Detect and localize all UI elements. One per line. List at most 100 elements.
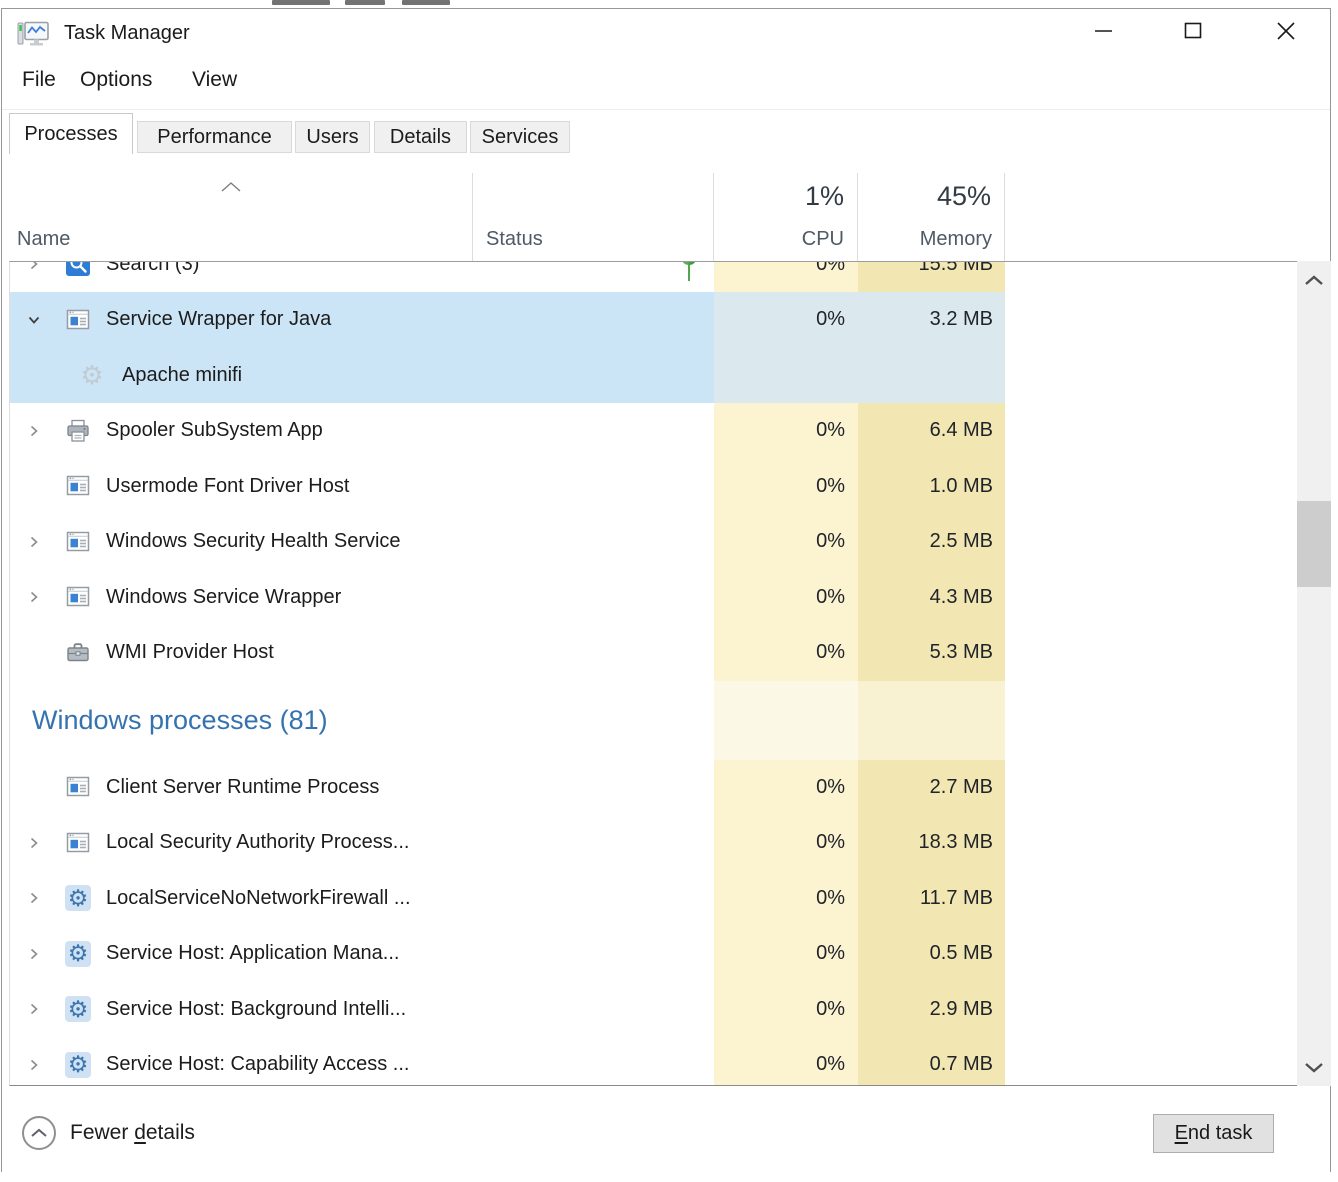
task-manager-window: Task Manager File Options View Processes… [1,8,1331,1172]
process-memory-cell: 15.5 MB [858,262,1005,292]
process-name: Service Wrapper for Java [106,308,331,331]
process-row[interactable]: ⚙ Service Host: Capability Access ... 0%… [10,1037,1298,1086]
process-row[interactable]: Search (3) 0% 15.5 MB [10,262,1298,292]
app-window-icon [64,306,92,334]
chevron-right-icon[interactable] [22,419,46,443]
suspended-leaf-icon [678,262,700,288]
process-row[interactable]: ⚙ Service Host: Background Intelli... 0%… [10,982,1298,1038]
tab-users[interactable]: Users [295,121,370,153]
tab-performance[interactable]: Performance [137,121,292,153]
gear-faded-icon: ⚙ [78,361,106,389]
tab-strip: Processes Performance Users Details Serv… [2,109,1330,154]
process-memory-value: 18.3 MB [919,831,993,854]
row-filler [1005,625,1298,681]
process-row[interactable]: ⚙ LocalServiceNoNetworkFirewall ... 0% 1… [10,871,1298,927]
column-header-name[interactable]: Name [17,228,70,251]
chevron-right-icon[interactable] [22,886,46,910]
process-row[interactable]: ⚙ Service Host: Application Mana... 0% 0… [10,926,1298,982]
row-filler [1005,403,1298,459]
process-memory-cell: 2.9 MB [858,982,1005,1038]
process-cpu-cell: 0% [714,926,858,982]
menu-view[interactable]: View [192,68,237,92]
scroll-up-arrow-icon[interactable] [1297,265,1331,295]
end-task-label: nd task [1188,1122,1252,1145]
title-bar[interactable]: Task Manager [2,9,1330,57]
scroll-down-arrow-icon[interactable] [1297,1052,1331,1082]
process-memory-value: 0.7 MB [930,1053,993,1076]
maximize-button[interactable] [1170,9,1216,51]
process-cpu-value: 0% [816,887,845,910]
chevron-right-icon[interactable] [22,585,46,609]
chevron-right-icon[interactable] [22,1053,46,1077]
process-row[interactable]: Service Wrapper for Java 0% 3.2 MB [10,292,1298,348]
process-status-cell [473,815,714,871]
process-memory-value: 4.3 MB [930,586,993,609]
row-filler [1005,1037,1298,1086]
process-status-cell [473,514,714,570]
fewer-details-label: Fewer details [70,1121,195,1145]
process-memory-cell: 11.7 MB [858,871,1005,927]
process-name-cell: ⚙ Service Host: Application Mana... [10,926,473,982]
process-memory-cell: 6.4 MB [858,403,1005,459]
menu-file[interactable]: File [22,68,56,92]
process-status-cell [473,292,714,348]
process-cpu-value: 0% [816,308,845,331]
end-task-button[interactable]: End task [1153,1114,1274,1153]
fewer-details-button[interactable]: Fewer details [22,1116,195,1150]
process-row[interactable]: Windows Security Health Service 0% 2.5 M… [10,514,1298,570]
process-name-cell: Windows Security Health Service [10,514,473,570]
row-filler [1005,570,1298,626]
close-button[interactable] [1263,9,1309,51]
scrollbar-thumb[interactable] [1297,501,1331,587]
row-filler [1005,292,1298,348]
process-row[interactable]: ⚙ Apache minifi [10,348,1298,404]
process-cpu-cell: 0% [714,514,858,570]
chevron-right-icon[interactable] [22,831,46,855]
chevron-right-icon[interactable] [22,262,46,276]
process-name-cell: Local Security Authority Process... [10,815,473,871]
process-status-cell [473,982,714,1038]
section-header-row[interactable]: Windows processes (81) [10,681,1298,760]
tab-processes[interactable]: Processes [9,113,133,154]
process-list: Search (3) 0% 15.5 MB Service Wrapper fo… [9,261,1298,1086]
process-row[interactable]: Windows Service Wrapper 0% 4.3 MB [10,570,1298,626]
menu-bar: File Options View [2,61,1330,101]
chevron-down-icon[interactable] [22,308,46,332]
process-memory-value: 5.3 MB [930,641,993,664]
tab-details[interactable]: Details [374,121,467,153]
process-row[interactable]: Usermode Font Driver Host 0% 1.0 MB [10,459,1298,515]
process-row[interactable]: WMI Provider Host 0% 5.3 MB [10,625,1298,681]
column-separator [1004,173,1005,261]
minimize-button[interactable] [1080,9,1126,51]
process-status-cell [473,570,714,626]
menu-options[interactable]: Options [80,68,152,92]
process-status-cell [473,403,714,459]
row-filler [1005,982,1298,1038]
process-row[interactable]: Local Security Authority Process... 0% 1… [10,815,1298,871]
process-cpu-cell: 0% [714,625,858,681]
process-name-cell: ⚙ Service Host: Capability Access ... [10,1037,473,1086]
search-icon [64,262,92,278]
process-name: Local Security Authority Process... [106,831,409,854]
process-memory-cell: 4.3 MB [858,570,1005,626]
process-row[interactable]: Spooler SubSystem App 0% 6.4 MB [10,403,1298,459]
column-header-memory[interactable]: Memory [858,228,992,251]
process-row[interactable]: Client Server Runtime Process 0% 2.7 MB [10,760,1298,816]
column-header-cpu[interactable]: CPU [714,228,844,251]
tab-services[interactable]: Services [470,121,570,153]
process-name-cell: ⚙ Apache minifi [10,348,473,404]
column-header-status[interactable]: Status [486,228,543,251]
process-cpu-cell: 0% [714,1037,858,1086]
process-cpu-value: 0% [816,419,845,442]
row-filler [1005,459,1298,515]
process-name-cell: Windows Service Wrapper [10,570,473,626]
row-filler [1005,262,1298,292]
vertical-scrollbar[interactable] [1297,261,1331,1086]
chevron-right-icon[interactable] [22,942,46,966]
memory-total-percent: 45% [858,181,991,212]
section-header-label: Windows processes (81) [32,705,328,736]
process-name-cell: Client Server Runtime Process [10,760,473,816]
chevron-right-icon[interactable] [22,997,46,1021]
chevron-right-icon[interactable] [22,530,46,554]
bottom-bar: Fewer details End task [2,1086,1330,1172]
